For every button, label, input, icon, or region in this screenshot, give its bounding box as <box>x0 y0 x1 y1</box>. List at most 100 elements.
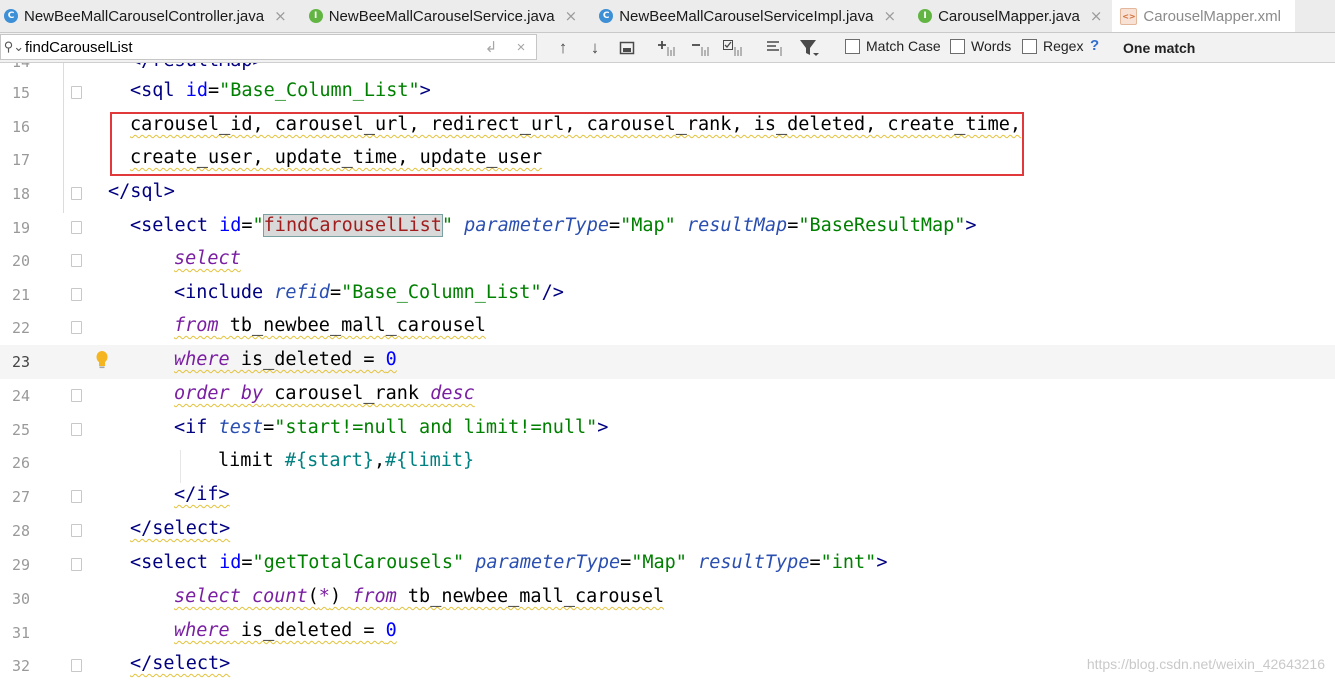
fold-marker-icon[interactable] <box>71 86 82 99</box>
code-text[interactable]: <include refid="Base_Column_List"/> <box>174 282 564 303</box>
code-text[interactable]: from tb_newbee_mall_carousel <box>174 315 486 336</box>
words-option[interactable]: Words <box>950 38 1011 54</box>
tab-label: NewBeeMallCarouselController.java <box>24 7 265 25</box>
line-number: 27 <box>11 488 30 506</box>
fold-marker-icon[interactable] <box>71 423 82 436</box>
code-text[interactable]: </select> <box>130 653 230 674</box>
code-text[interactable]: where is_deleted = 0 <box>174 620 397 641</box>
code-line[interactable]: 25 <if test="start!=null and limit!=null… <box>0 413 1335 447</box>
add-occurrence-icon[interactable] <box>654 37 680 59</box>
match-case-option[interactable]: Match Case <box>845 38 941 54</box>
regex-option[interactable]: Regex <box>1022 38 1083 54</box>
fold-marker-icon[interactable] <box>71 221 82 234</box>
code-text[interactable]: select <box>174 248 241 269</box>
lightbulb-icon[interactable] <box>95 350 109 370</box>
search-history-icon[interactable]: ⚲⌄ <box>3 39 25 55</box>
code-text[interactable]: <if test="start!=null and limit!=null"> <box>174 417 608 438</box>
filter-lines-icon[interactable] <box>762 37 788 59</box>
line-number: 16 <box>11 118 30 136</box>
code-line[interactable]: 26 limit #{start},#{limit} <box>0 446 1335 480</box>
code-line[interactable]: 28 </select> <box>0 514 1335 548</box>
code-text[interactable]: </resultMap> <box>130 63 264 71</box>
close-icon[interactable]: × <box>1090 7 1103 25</box>
close-icon[interactable]: × <box>565 7 578 25</box>
code-text[interactable]: <sql id="Base_Column_List"> <box>130 80 431 101</box>
interface-icon: I <box>918 9 933 23</box>
fold-marker-icon[interactable] <box>71 288 82 301</box>
line-number: 32 <box>11 657 30 675</box>
words-checkbox[interactable] <box>950 38 965 54</box>
fold-marker-icon[interactable] <box>71 490 82 503</box>
code-line[interactable]: 27 </if> <box>0 480 1335 514</box>
fold-marker-icon[interactable] <box>71 321 82 334</box>
editor-tab-bar: C NewBeeMallCarouselController.java × I … <box>0 0 1335 33</box>
fold-marker-icon[interactable] <box>71 187 82 200</box>
tab-carousel-service[interactable]: I NewBeeMallCarouselService.java × <box>305 0 582 32</box>
select-all-matches-icon[interactable] <box>720 37 746 59</box>
code-line[interactable]: 20 select <box>0 244 1335 278</box>
search-box[interactable]: ⚲⌄ findCarouselList ↲ × <box>0 34 537 60</box>
tab-carousel-mapper-xml[interactable]: <> CarouselMapper.xml <box>1112 0 1295 32</box>
close-icon[interactable]: × <box>274 7 287 25</box>
annotation-highlight-box <box>110 112 1024 176</box>
code-line[interactable]: 29 <select id="getTotalCarousels" parame… <box>0 548 1335 582</box>
fold-marker-icon[interactable] <box>71 254 82 267</box>
regex-help-icon[interactable]: ? <box>1090 37 1099 54</box>
xml-file-icon: <> <box>1120 7 1138 25</box>
tab-carousel-mapper-java[interactable]: I CarouselMapper.java × <box>914 0 1106 32</box>
fold-marker-icon[interactable] <box>71 558 82 571</box>
code-line-current[interactable]: 23 where is_deleted = 0 <box>0 345 1335 379</box>
filter-icon[interactable] <box>796 37 822 59</box>
find-bar: ⚲⌄ findCarouselList ↲ × ↑ ↓ Match Case W… <box>0 33 1335 63</box>
clear-search-icon[interactable]: × <box>506 39 536 56</box>
class-icon: C <box>4 9 18 23</box>
code-text[interactable]: <select id="findCarouselList" parameterT… <box>130 214 977 237</box>
new-line-icon[interactable]: ↲ <box>476 38 506 56</box>
code-text[interactable]: where is_deleted = 0 <box>174 349 397 370</box>
line-number: 28 <box>11 522 30 540</box>
class-icon: C <box>599 9 614 23</box>
line-number: 20 <box>11 252 30 270</box>
line-number: 29 <box>11 556 30 574</box>
code-editor[interactable]: 14 </resultMap> 15 <sql id="Base_Column_… <box>0 63 1335 682</box>
close-icon[interactable]: × <box>884 7 897 25</box>
line-number: 21 <box>11 286 30 304</box>
line-number: 23 <box>11 353 30 371</box>
code-line[interactable]: 18 </sql> <box>0 177 1335 211</box>
code-text[interactable]: </if> <box>174 484 230 505</box>
code-text[interactable]: <select id="getTotalCarousels" parameter… <box>130 552 887 573</box>
line-number: 19 <box>11 219 30 237</box>
code-line[interactable]: 24 order by carousel_rank desc <box>0 379 1335 413</box>
regex-label: Regex <box>1043 38 1084 54</box>
code-line[interactable]: 19 <select id="findCarouselList" paramet… <box>0 211 1335 245</box>
next-occurrence-icon[interactable]: ↓ <box>582 37 608 59</box>
code-text[interactable]: select count(*) from tb_newbee_mall_caro… <box>174 586 664 607</box>
code-line[interactable]: 21 <include refid="Base_Column_List"/> <box>0 278 1335 312</box>
fold-marker-icon[interactable] <box>71 659 82 672</box>
code-text[interactable]: </sql> <box>108 181 175 202</box>
code-text[interactable]: </select> <box>130 518 230 539</box>
code-line[interactable]: 15 <sql id="Base_Column_List"> <box>0 76 1335 110</box>
previous-occurrence-icon[interactable]: ↑ <box>550 37 576 59</box>
remove-occurrence-icon[interactable] <box>688 37 714 59</box>
tab-carousel-controller[interactable]: C NewBeeMallCarouselController.java × <box>0 0 291 32</box>
tab-carousel-service-impl[interactable]: C NewBeeMallCarouselServiceImpl.java × <box>595 0 900 32</box>
line-number: 30 <box>11 590 30 608</box>
match-count: One match <box>1123 40 1196 56</box>
fold-marker-icon[interactable] <box>71 389 82 402</box>
watermark: https://blog.csdn.net/weixin_42643216 <box>1086 656 1325 672</box>
select-all-occurrences-icon[interactable] <box>614 37 640 59</box>
search-input[interactable]: findCarouselList <box>25 39 476 56</box>
line-number: 22 <box>11 319 30 337</box>
match-case-checkbox[interactable] <box>845 38 860 54</box>
line-number: 24 <box>11 387 30 405</box>
code-line[interactable]: 30 select count(*) from tb_newbee_mall_c… <box>0 582 1335 616</box>
code-line[interactable]: 22 from tb_newbee_mall_carousel <box>0 311 1335 345</box>
code-text[interactable]: limit #{start},#{limit} <box>218 450 474 471</box>
code-line[interactable]: 31 where is_deleted = 0 <box>0 616 1335 650</box>
tab-label: NewBeeMallCarouselServiceImpl.java <box>619 7 874 25</box>
fold-marker-icon[interactable] <box>71 524 82 537</box>
code-text[interactable]: order by carousel_rank desc <box>174 383 475 404</box>
line-number: 25 <box>11 421 30 439</box>
regex-checkbox[interactable] <box>1022 38 1037 54</box>
